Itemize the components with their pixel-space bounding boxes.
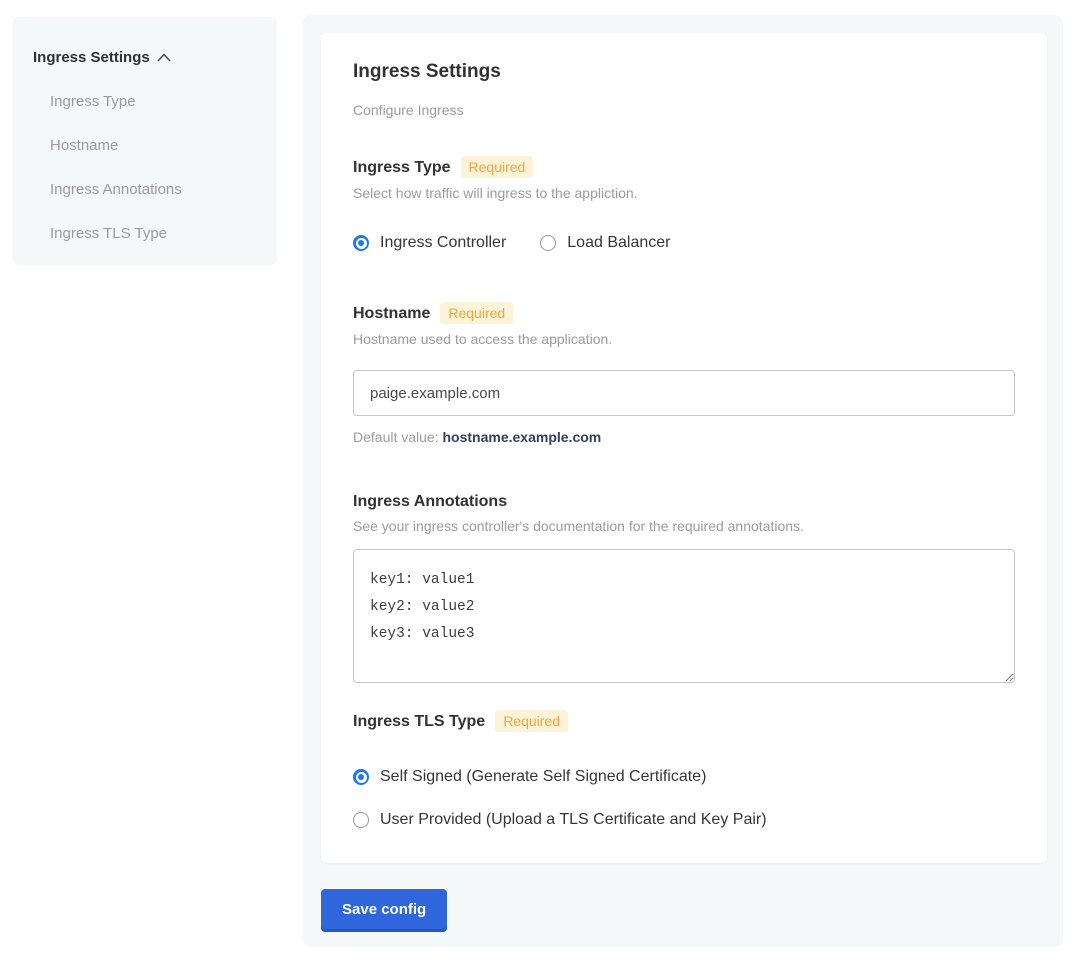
radio-label-load-balancer: Load Balancer <box>567 234 670 252</box>
hostname-default-value: hostname.example.com <box>443 429 602 445</box>
section-hostname: Hostname Required Hostname used to acces… <box>353 302 1015 445</box>
radio-option-ingress-controller[interactable]: Ingress Controller <box>353 234 506 252</box>
hostname-input[interactable] <box>353 370 1015 416</box>
required-badge: Required <box>440 302 513 324</box>
sidebar-group-label: Ingress Settings <box>33 49 150 66</box>
chevron-up-icon <box>157 53 171 62</box>
radio-ingress-controller[interactable] <box>353 235 369 251</box>
hostname-default-line: Default value: hostname.example.com <box>353 429 1015 445</box>
ingress-type-label: Ingress Type <box>353 158 451 177</box>
radio-option-self-signed[interactable]: Self Signed (Generate Self Signed Certif… <box>353 768 1015 786</box>
section-ingress-type: Ingress Type Required Select how traffic… <box>353 156 1015 252</box>
config-nav-sidebar: Ingress Settings Ingress Type Hostname I… <box>13 17 277 265</box>
page-subtitle: Configure Ingress <box>353 102 1015 118</box>
section-ingress-tls-type: Ingress TLS Type Required Self Signed (G… <box>353 710 1015 829</box>
sidebar-item-ingress-tls-type[interactable]: Ingress TLS Type <box>50 225 277 242</box>
radio-option-load-balancer[interactable]: Load Balancer <box>540 234 670 252</box>
annotations-textarea[interactable]: key1: value1 key2: value2 key3: value3 <box>353 549 1015 683</box>
required-badge: Required <box>495 710 568 732</box>
sidebar-item-hostname[interactable]: Hostname <box>50 137 277 154</box>
sidebar-group-ingress-settings[interactable]: Ingress Settings <box>33 49 277 66</box>
ingress-type-help: Select how traffic will ingress to the a… <box>353 185 1015 201</box>
sidebar-item-ingress-type[interactable]: Ingress Type <box>50 93 277 110</box>
hostname-label: Hostname <box>353 304 430 323</box>
radio-load-balancer[interactable] <box>540 235 556 251</box>
config-panel: Ingress Settings Configure Ingress Ingre… <box>303 15 1063 947</box>
radio-option-user-provided[interactable]: User Provided (Upload a TLS Certificate … <box>353 811 1015 829</box>
radio-label-self-signed: Self Signed (Generate Self Signed Certif… <box>380 768 706 786</box>
ingress-settings-card: Ingress Settings Configure Ingress Ingre… <box>321 33 1047 863</box>
hostname-default-prefix: Default value: <box>353 429 443 445</box>
radio-user-provided[interactable] <box>353 812 369 828</box>
annotations-label: Ingress Annotations <box>353 492 507 511</box>
page-title: Ingress Settings <box>353 60 1015 83</box>
radio-label-user-provided: User Provided (Upload a TLS Certificate … <box>380 811 767 829</box>
save-config-button[interactable]: Save config <box>321 889 447 929</box>
tls-type-label: Ingress TLS Type <box>353 712 485 731</box>
required-badge: Required <box>461 156 534 178</box>
hostname-help: Hostname used to access the application. <box>353 331 1015 347</box>
radio-label-ingress-controller: Ingress Controller <box>380 234 506 252</box>
section-ingress-annotations: Ingress Annotations See your ingress con… <box>353 492 1015 688</box>
annotations-help: See your ingress controller's documentat… <box>353 518 1015 534</box>
radio-self-signed[interactable] <box>353 769 369 785</box>
sidebar-item-ingress-annotations[interactable]: Ingress Annotations <box>50 181 277 198</box>
